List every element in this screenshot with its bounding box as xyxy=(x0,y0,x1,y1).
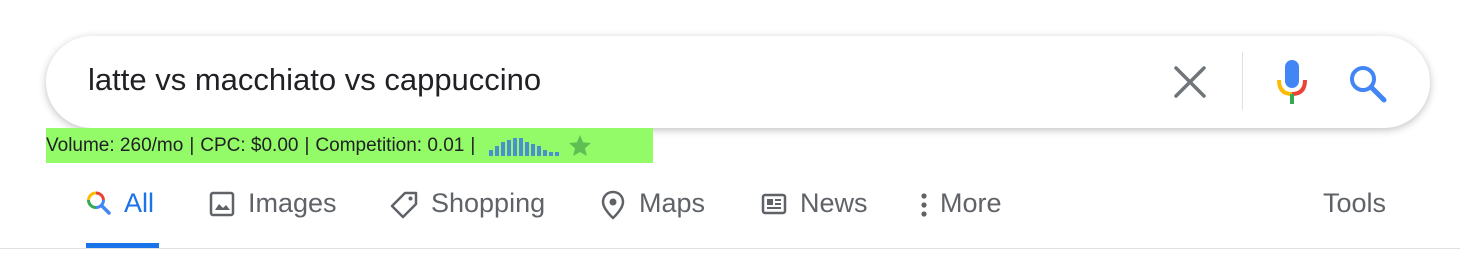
search-tabs: All Images Shopping Maps News More Tools xyxy=(0,176,1460,248)
competition-stat: Competition: 0.01 xyxy=(315,134,465,156)
search-results-header: latte vs macchiato vs cappuccino Volume:… xyxy=(0,0,1460,276)
trend-bar xyxy=(549,151,554,156)
microphone-icon xyxy=(1277,60,1307,104)
star-icon[interactable] xyxy=(567,133,593,159)
more-vertical-icon xyxy=(918,190,930,225)
tab-label: Images xyxy=(248,188,337,218)
tab-images[interactable]: Images xyxy=(208,176,337,248)
tab-news[interactable]: News xyxy=(760,176,868,248)
search-box-divider xyxy=(1242,52,1243,110)
tab-label: News xyxy=(800,188,868,218)
tab-all[interactable]: All xyxy=(86,176,159,248)
trend-bar xyxy=(531,143,536,156)
tools-label: Tools xyxy=(1323,188,1387,218)
voice-search-button[interactable] xyxy=(1272,58,1312,108)
search-icon xyxy=(86,190,112,223)
keyword-stats-bar: Volume: 260/mo | CPC: $0.00 | Competitio… xyxy=(46,128,653,163)
trend-bar xyxy=(513,137,518,156)
trend-sparkline[interactable] xyxy=(487,134,560,158)
divider xyxy=(0,248,1460,249)
separator: | xyxy=(189,134,195,156)
trend-bar xyxy=(537,145,542,156)
tab-label: Maps xyxy=(639,188,706,218)
map-pin-icon xyxy=(599,190,627,227)
tools-button[interactable]: Tools xyxy=(1323,176,1386,248)
trend-bar xyxy=(519,137,524,156)
separator: | xyxy=(304,134,310,156)
search-input[interactable]: latte vs macchiato vs cappuccino xyxy=(88,60,541,100)
trend-bar xyxy=(555,151,560,156)
trend-bar xyxy=(489,149,494,156)
tag-icon xyxy=(389,190,419,227)
search-button[interactable] xyxy=(1346,62,1390,106)
tab-shopping[interactable]: Shopping xyxy=(389,176,545,248)
trend-bar xyxy=(501,141,506,156)
tab-label: More xyxy=(940,188,1002,218)
close-icon xyxy=(1174,66,1206,98)
trend-bar xyxy=(543,149,548,156)
tab-maps[interactable]: Maps xyxy=(599,176,705,248)
image-icon xyxy=(208,190,236,225)
trend-bar xyxy=(525,141,530,156)
tab-more[interactable]: More xyxy=(918,176,1002,248)
search-icon xyxy=(1350,66,1387,103)
trend-bar xyxy=(507,139,512,156)
volume-stat: Volume: 260/mo xyxy=(46,134,184,156)
separator: | xyxy=(470,134,476,156)
search-box[interactable]: latte vs macchiato vs cappuccino xyxy=(46,36,1430,128)
tab-label: Shopping xyxy=(431,188,546,218)
clear-button[interactable] xyxy=(1170,62,1210,102)
cpc-stat: CPC: $0.00 xyxy=(200,134,299,156)
trend-bar xyxy=(495,145,500,156)
tab-label: All xyxy=(124,188,155,218)
newspaper-icon xyxy=(760,190,788,225)
